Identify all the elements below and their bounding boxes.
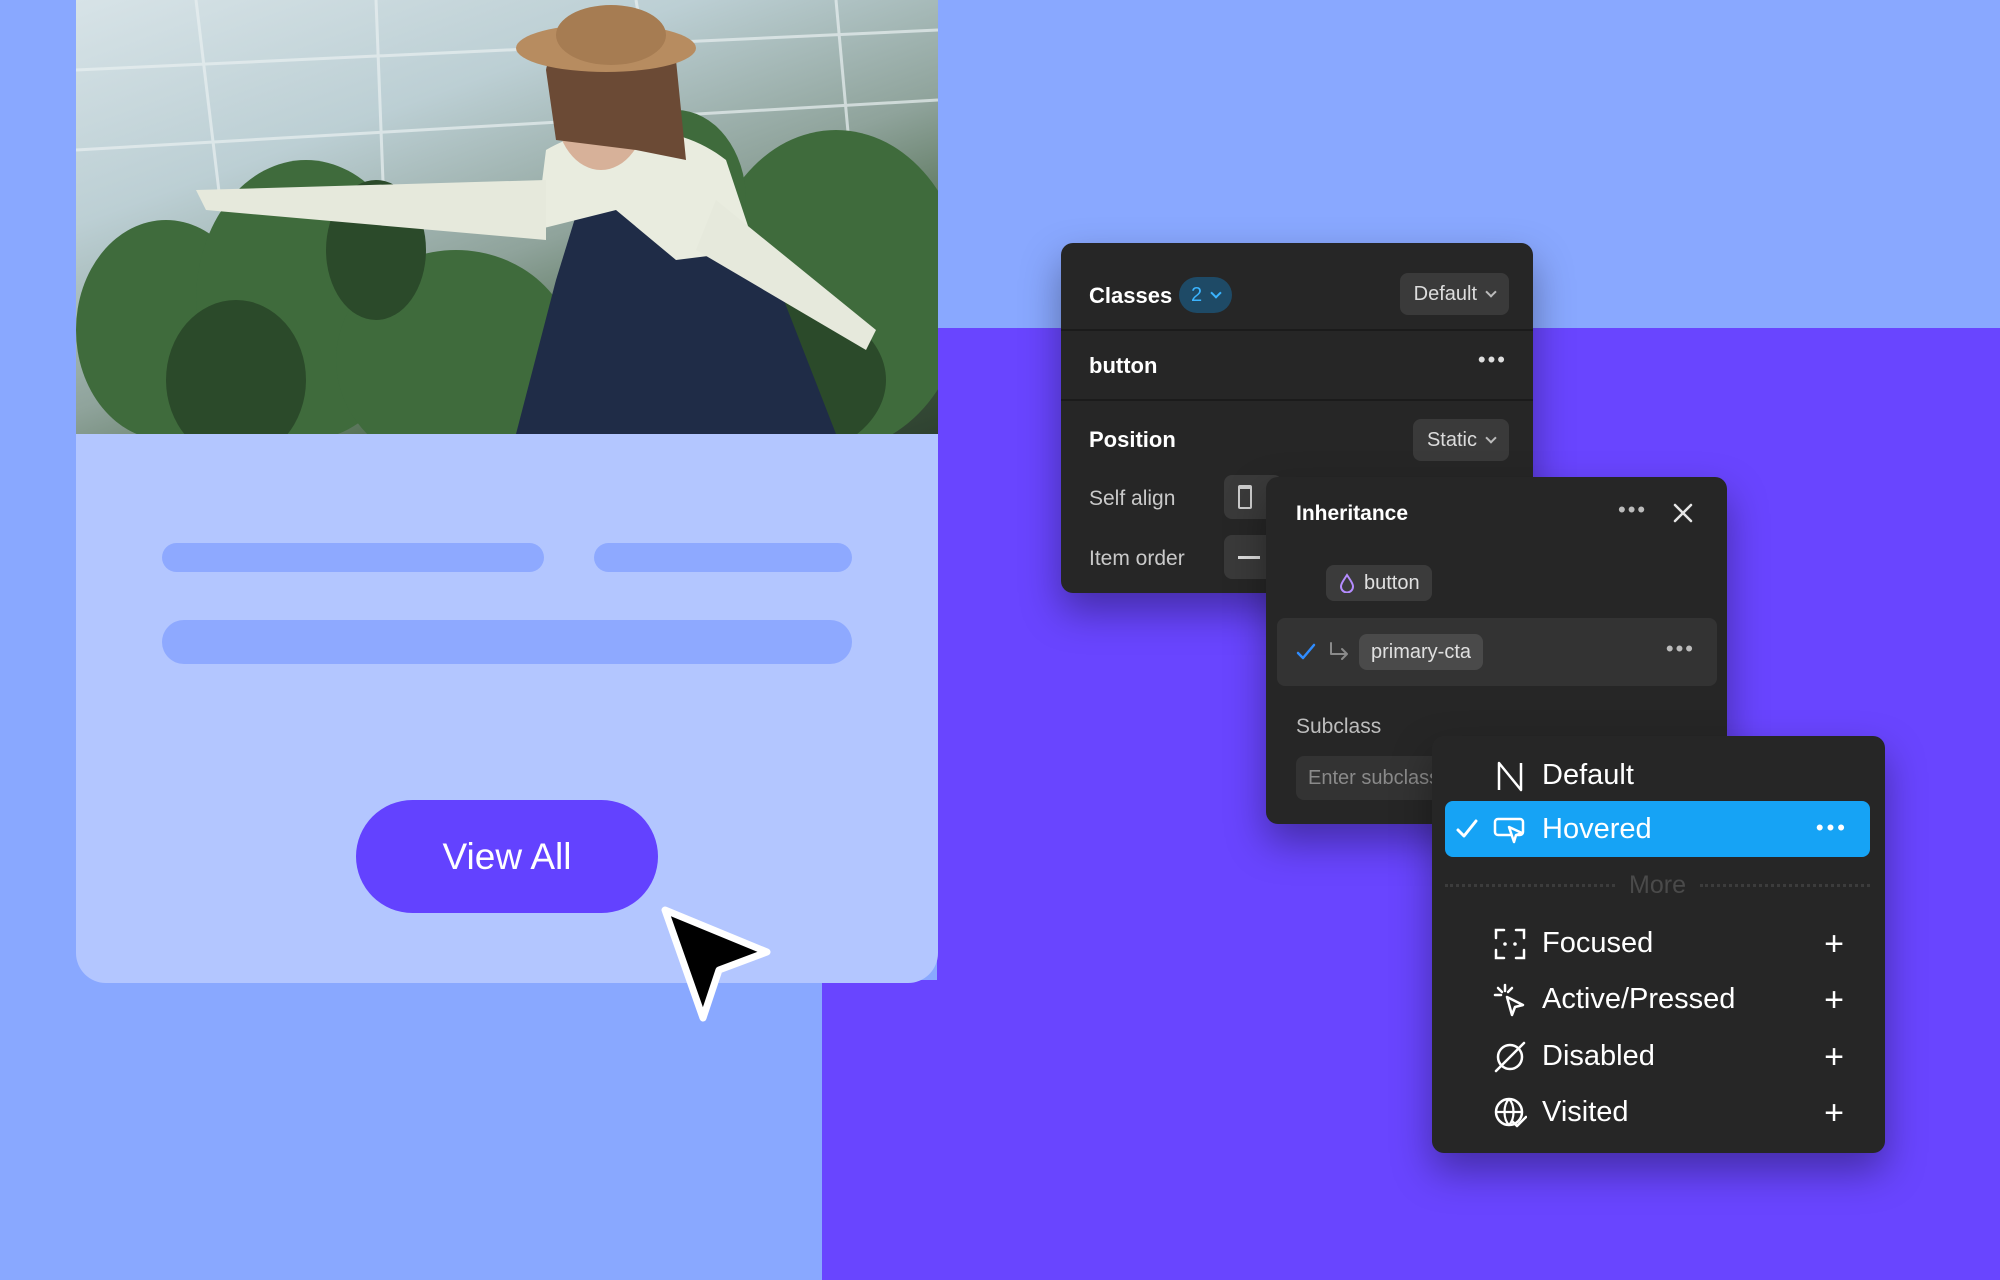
align-top-icon	[1238, 485, 1252, 509]
check-icon	[1296, 643, 1316, 660]
more-label: More	[1629, 870, 1686, 899]
close-icon[interactable]	[1672, 502, 1694, 524]
combo-class-tag[interactable]: primary-cta	[1359, 634, 1484, 670]
state-active-pressed[interactable]: Active/Pressed +	[1445, 971, 1870, 1027]
more-options-icon[interactable]: •••	[1478, 347, 1507, 373]
text-placeholder-1	[162, 543, 544, 572]
text-placeholder-2	[594, 543, 852, 572]
add-state-icon[interactable]: +	[1824, 981, 1844, 1020]
state-focused[interactable]: Focused +	[1445, 915, 1870, 971]
subclass-label: Subclass	[1296, 715, 1382, 738]
state-hovered[interactable]: Hovered •••	[1445, 801, 1870, 857]
divider	[1061, 399, 1533, 401]
more-options-icon[interactable]: •••	[1618, 497, 1647, 523]
cursor-icon	[661, 906, 771, 1022]
minus-icon	[1238, 555, 1260, 559]
classes-title: Classes	[1089, 283, 1173, 308]
globe-icon	[1494, 1097, 1527, 1128]
base-class-tag[interactable]: button	[1326, 565, 1432, 601]
product-card: View All	[76, 0, 938, 983]
more-options-icon[interactable]: •••	[1666, 636, 1695, 662]
add-state-icon[interactable]: +	[1824, 1094, 1844, 1133]
position-select[interactable]: Static	[1412, 419, 1509, 461]
background-accent-lower	[822, 980, 1022, 1280]
divider	[1061, 329, 1533, 331]
hover-icon	[1493, 817, 1525, 844]
disabled-icon	[1494, 1041, 1526, 1073]
state-default[interactable]: Default	[1445, 747, 1870, 803]
add-state-icon[interactable]: +	[1824, 925, 1844, 964]
product-photo	[76, 0, 938, 434]
more-divider: More	[1445, 870, 1870, 900]
check-icon	[1456, 819, 1478, 838]
combo-class-row[interactable]: primary-cta •••	[1277, 618, 1717, 686]
inheritance-title: Inheritance	[1296, 502, 1409, 525]
more-options-icon[interactable]: •••	[1816, 815, 1848, 841]
state-disabled[interactable]: Disabled +	[1445, 1028, 1870, 1084]
drop-icon	[1339, 573, 1355, 593]
state-select[interactable]: Default	[1399, 273, 1509, 315]
chevron-down-icon	[1485, 432, 1497, 444]
n-icon	[1497, 761, 1523, 792]
text-placeholder-3	[162, 620, 852, 664]
position-label: Position	[1089, 427, 1176, 452]
state-visited[interactable]: Visited +	[1445, 1084, 1870, 1140]
add-state-icon[interactable]: +	[1824, 1038, 1844, 1077]
class-name: button	[1089, 353, 1158, 378]
item-order-label: Item order	[1089, 547, 1185, 570]
chevron-down-icon	[1485, 286, 1497, 298]
focus-icon	[1494, 928, 1526, 960]
view-all-button[interactable]: View All	[356, 800, 658, 913]
self-align-label: Self align	[1089, 487, 1176, 510]
classes-count-badge[interactable]: 2	[1179, 277, 1233, 313]
click-icon	[1493, 983, 1525, 1017]
states-menu: Default Hovered ••• More Focused + Activ…	[1432, 736, 1885, 1153]
chevron-down-icon	[1210, 287, 1222, 299]
inherit-arrow-icon	[1330, 642, 1348, 660]
